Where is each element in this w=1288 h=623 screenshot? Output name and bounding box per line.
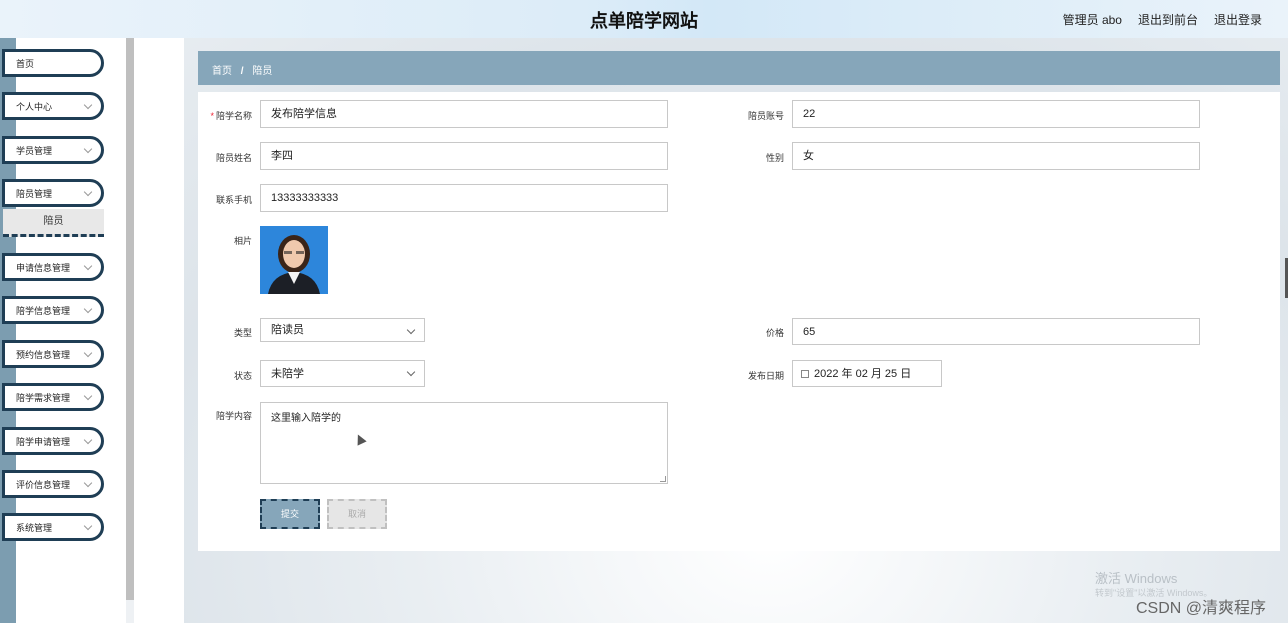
chevron-down-icon: [83, 144, 93, 154]
sidebar-item-booking-management[interactable]: 预约信息管理: [2, 340, 104, 368]
sidebar-item-label: 陪学申请管理: [16, 436, 71, 447]
gender-label: 性别: [765, 153, 784, 163]
sidebar-item-label: 个人中心: [16, 101, 53, 112]
chevron-down-icon: [406, 325, 416, 335]
sidebar-item-label: 陪学需求管理: [16, 392, 71, 403]
gender-input[interactable]: 女: [792, 142, 1200, 170]
study-name-input[interactable]: 发布陪学信息: [260, 100, 668, 128]
content-textarea[interactable]: 这里输入陪学的: [260, 402, 668, 484]
study-name-label: * 陪学名称: [210, 111, 252, 121]
photo-label: 相片: [233, 236, 252, 246]
windows-activation-title: 激活 Windows: [1095, 571, 1178, 586]
chevron-down-icon: [83, 100, 93, 110]
type-label: 类型: [233, 328, 252, 338]
price-label: 价格: [765, 328, 784, 338]
breadcrumb-current: 陪员: [252, 66, 273, 77]
sidebar-item-review-management[interactable]: 评价信息管理: [2, 470, 104, 498]
date-value: 2022 年 02 月 25 日: [814, 368, 912, 380]
content-label: 陪学内容: [215, 411, 252, 421]
calendar-icon: [801, 370, 809, 379]
content-textarea-value: 这里输入陪学的: [271, 413, 341, 424]
phone-input[interactable]: 13333333333: [260, 184, 668, 212]
profile-photo[interactable]: [260, 226, 328, 294]
status-label: 状态: [233, 371, 252, 381]
sidebar-item-label: 评价信息管理: [16, 479, 71, 490]
sidebar-item-label: 陪学信息管理: [16, 305, 71, 316]
status-select-value: 未陪学: [271, 368, 304, 380]
sidebar-scrollbar[interactable]: [126, 38, 134, 600]
type-select-value: 陪读员: [271, 324, 304, 336]
chevron-down-icon: [83, 261, 93, 271]
sidebar-item-student-management[interactable]: 学员管理: [2, 136, 104, 164]
chevron-down-icon: [83, 435, 93, 445]
chevron-down-icon: [83, 348, 93, 358]
chevron-down-icon: [83, 521, 93, 531]
breadcrumb-separator: /: [240, 66, 244, 77]
type-select[interactable]: 陪读员: [260, 318, 425, 342]
chevron-down-icon: [406, 367, 416, 377]
sidebar-item-personal-center[interactable]: 个人中心: [2, 92, 104, 120]
chevron-down-icon: [83, 478, 93, 488]
sidebar-item-label: 系统管理: [16, 522, 53, 533]
cancel-button[interactable]: 取消: [327, 499, 387, 529]
date-label: 发布日期: [747, 371, 784, 381]
csdn-watermark: CSDN @清爽程序: [1136, 600, 1267, 617]
chevron-down-icon: [83, 304, 93, 314]
sidebar-item-companion-management[interactable]: 陪员管理: [2, 179, 104, 207]
sidebar-item-request-management[interactable]: 陪学申请管理: [2, 427, 104, 455]
sidebar-item-label: 申请信息管理: [16, 262, 71, 273]
breadcrumb-home[interactable]: 首页: [212, 66, 232, 77]
header-actions: 管理员 abo 退出到前台 退出登录: [1063, 11, 1262, 28]
person-photo-icon: [260, 226, 328, 294]
chevron-down-icon: [83, 391, 93, 401]
sidebar-item-home[interactable]: 首页: [2, 49, 104, 77]
breadcrumb: 首页 / 陪员: [198, 51, 1280, 85]
sidebar-item-label: 预约信息管理: [16, 349, 71, 360]
status-select[interactable]: 未陪学: [260, 360, 425, 387]
sidebar-item-application-management[interactable]: 申请信息管理: [2, 253, 104, 281]
sidebar-item-demand-management[interactable]: 陪学需求管理: [2, 383, 104, 411]
sidebar-subitem-companion[interactable]: 陪员: [3, 209, 104, 237]
sidebar-item-system-management[interactable]: 系统管理: [2, 513, 104, 541]
price-input[interactable]: 65: [792, 318, 1200, 345]
to-front-link[interactable]: 退出到前台: [1138, 11, 1198, 28]
sidebar-item-label: 首页: [16, 58, 35, 69]
sidebar-item-study-info-management[interactable]: 陪学信息管理: [2, 296, 104, 324]
person-name-label: 陪员姓名: [215, 153, 252, 163]
sidebar-item-label: 学员管理: [16, 145, 53, 156]
logout-link[interactable]: 退出登录: [1214, 11, 1262, 28]
resize-handle[interactable]: [660, 476, 666, 482]
account-label: 陪员账号: [747, 111, 784, 121]
account-input[interactable]: 22: [792, 100, 1200, 128]
submit-button[interactable]: 提交: [260, 499, 320, 529]
chevron-down-icon: [83, 187, 93, 197]
user-label: 管理员 abo: [1062, 13, 1122, 27]
main-left-gutter: [134, 38, 184, 623]
phone-label: 联系手机: [215, 195, 252, 205]
sidebar-item-label: 陪员管理: [16, 188, 53, 199]
top-header: 点单陪学网站 管理员 abo 退出到前台 退出登录: [0, 0, 1288, 38]
date-picker[interactable]: 2022 年 02 月 25 日: [792, 360, 942, 387]
person-name-input[interactable]: 李四: [260, 142, 668, 170]
